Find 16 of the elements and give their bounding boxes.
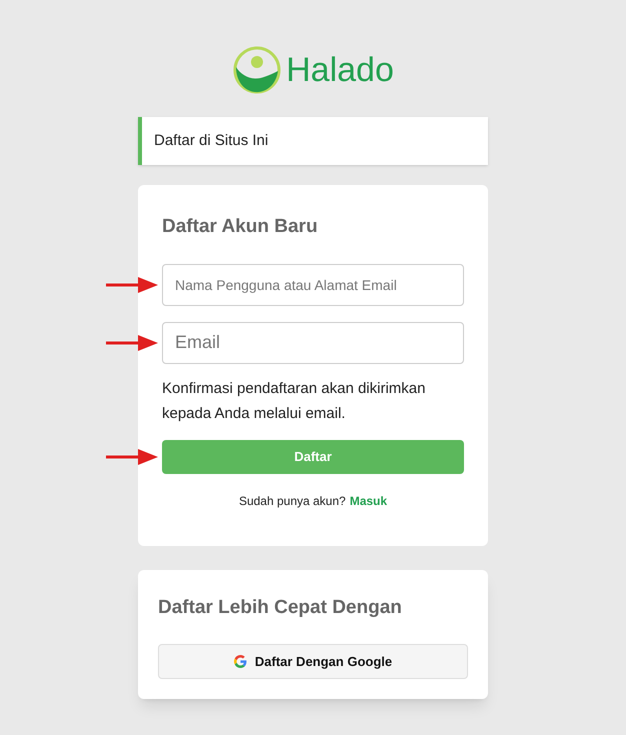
input-field[interactable]: Email bbox=[162, 322, 464, 364]
notice-bar: Daftar di Situs Ini bbox=[138, 117, 488, 165]
input-field[interactable]: Nama Pengguna atau Alamat Email bbox=[162, 264, 464, 306]
google-icon bbox=[234, 655, 247, 668]
pointer-arrow-icon bbox=[106, 276, 158, 294]
pointer-arrow-icon bbox=[106, 334, 158, 352]
google-button[interactable]: Daftar Dengan Google bbox=[158, 644, 468, 679]
login-link[interactable]: Masuk bbox=[350, 492, 388, 510]
logo-text: Halado bbox=[286, 53, 394, 87]
confirmation-note: Konfirmasi pendaftaran akan dikirimkan kepada Anda melalui email. bbox=[162, 378, 426, 424]
pointer-arrow-icon bbox=[106, 448, 158, 466]
submit-button[interactable]: Daftar bbox=[162, 440, 464, 474]
login-prompt: Sudah punya akun? bbox=[238, 492, 346, 510]
card-title: Daftar Lebih Cepat Dengan bbox=[158, 596, 403, 620]
logo-icon bbox=[232, 45, 282, 95]
card-title: Daftar Akun Baru bbox=[162, 215, 319, 239]
